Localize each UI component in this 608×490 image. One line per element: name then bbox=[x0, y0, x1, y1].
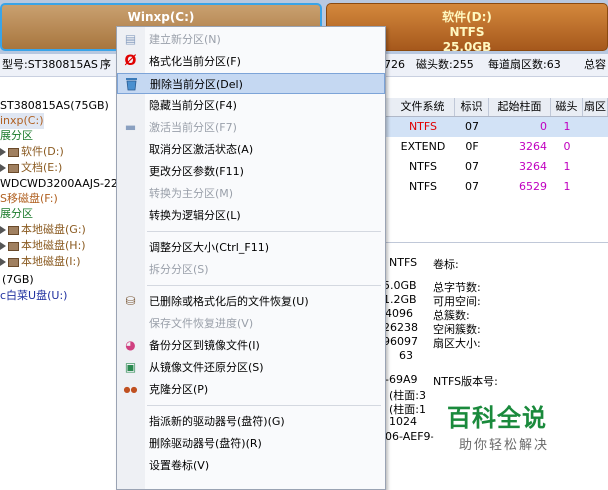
new-partition-icon: ▤ bbox=[124, 32, 137, 46]
menu-item-set-volume-label[interactable]: 设置卷标(V) bbox=[117, 455, 385, 476]
context-menu: ▤ 建立新分区(N) Ø 格式化当前分区(F) 删除当前分区(Del) 隐藏当前… bbox=[116, 26, 386, 490]
partition-d-name: 软件(D:) bbox=[442, 10, 492, 24]
table-row[interactable]: EXTEND 0F 3264 0 bbox=[383, 137, 608, 157]
recover-icon: ⛁ bbox=[125, 294, 136, 308]
disk-seq: 序 bbox=[100, 58, 111, 71]
tree-node-g[interactable]: 本地磁盘(G:) bbox=[0, 222, 86, 238]
menu-item-save-progress[interactable]: 保存文件恢复进度(V) bbox=[117, 313, 385, 334]
detail-volume-label: 卷标: bbox=[433, 258, 459, 271]
col-start-cylinder[interactable]: 起始柱面 bbox=[489, 98, 551, 116]
drive-icon bbox=[8, 163, 19, 173]
detail-value: 1.2GB bbox=[383, 293, 417, 306]
detail-guid: 06-AEF9- bbox=[385, 430, 435, 443]
col-sector[interactable]: 扇区 bbox=[583, 98, 608, 116]
drive-icon bbox=[8, 147, 19, 157]
tree-node-i[interactable]: 本地磁盘(I:) bbox=[0, 254, 81, 270]
watermark-subtitle: 助你轻松解决 bbox=[459, 438, 550, 453]
table-row[interactable]: NTFS 07 3264 1 bbox=[383, 157, 608, 177]
panel-divider bbox=[383, 242, 608, 243]
menu-item-to-primary[interactable]: 转换为主分区(M) bbox=[117, 183, 385, 204]
detail-ntfs-version: NTFS版本号: bbox=[433, 375, 498, 388]
expand-arrow-icon[interactable] bbox=[0, 226, 6, 234]
tree-node-u[interactable]: c白菜U盘(U:) bbox=[0, 288, 67, 304]
expand-arrow-icon[interactable] bbox=[0, 242, 6, 250]
expand-arrow-icon[interactable] bbox=[0, 164, 6, 172]
tree-node-extended2[interactable]: 展分区 bbox=[0, 206, 33, 222]
menu-item-restore-image[interactable]: ▣ 从镜像文件还原分区(S) bbox=[117, 357, 385, 378]
tree-node-c[interactable]: inxp(C:) bbox=[0, 113, 44, 129]
detail-serial: -69A9 bbox=[385, 373, 418, 386]
detail-fs-value: NTFS bbox=[389, 256, 418, 269]
tree-node-f[interactable]: S移磁盘(F:) bbox=[0, 191, 58, 207]
menu-item-assign-drive-letter[interactable]: 指派新的驱动器号(盘符)(G) bbox=[117, 411, 385, 432]
partition-table: 文件系统 标识 起始柱面 磁头 扇区 NTFS 07 0 1 EXTEND 0F… bbox=[383, 98, 608, 198]
menu-item-deactivate[interactable]: 取消分区激活状态(A) bbox=[117, 139, 385, 160]
disk-capacity: 总容 bbox=[584, 58, 606, 71]
menu-item-backup-image[interactable]: ◕ 备份分区到镜像文件(I) bbox=[117, 335, 385, 356]
detail-value: 26238 bbox=[383, 321, 418, 334]
menu-item-split[interactable]: 拆分分区(S) bbox=[117, 259, 385, 280]
expand-arrow-icon[interactable] bbox=[0, 148, 6, 156]
col-head[interactable]: 磁头 bbox=[551, 98, 583, 116]
detail-value: 5.0GB bbox=[383, 279, 417, 292]
detail-value: 4096 bbox=[385, 307, 413, 320]
tree-node-h[interactable]: 本地磁盘(H:) bbox=[0, 238, 86, 254]
table-row[interactable]: NTFS 07 0 1 bbox=[383, 117, 608, 137]
menu-separator bbox=[147, 405, 381, 406]
drive-icon bbox=[8, 257, 19, 267]
expand-arrow-icon[interactable] bbox=[0, 258, 6, 266]
disk-model: 型号:ST380815AS bbox=[2, 58, 98, 71]
clone-icon: ●● bbox=[123, 385, 138, 394]
trash-icon bbox=[124, 77, 139, 92]
detail-label: 扇区大小: bbox=[433, 337, 481, 350]
menu-item-to-logical[interactable]: 转换为逻辑分区(L) bbox=[117, 205, 385, 226]
tree-node-disk1[interactable]: WDCWD3200AAJS-22 bbox=[0, 176, 118, 192]
menu-item-format[interactable]: Ø 格式化当前分区(F) bbox=[117, 51, 385, 72]
detail-value: 63 bbox=[399, 349, 413, 362]
disk-heads: 磁头数:255 bbox=[416, 58, 474, 71]
tree-node-disk0[interactable]: ST380815AS(75GB) bbox=[0, 98, 109, 114]
disk-cylinders-frag: 726 bbox=[384, 58, 405, 71]
format-icon: Ø bbox=[124, 53, 137, 69]
menu-item-remove-drive-letter[interactable]: 删除驱动器号(盘符)(R) bbox=[117, 433, 385, 454]
table-row[interactable]: NTFS 07 6529 1 bbox=[383, 177, 608, 197]
menu-separator bbox=[147, 231, 381, 232]
backup-icon: ◕ bbox=[125, 338, 136, 352]
menu-item-hide-partition[interactable]: 隐藏当前分区(F4) bbox=[117, 95, 385, 116]
activate-icon: ▬ bbox=[124, 120, 137, 134]
col-id[interactable]: 标识 bbox=[455, 98, 489, 116]
restore-icon: ▣ bbox=[124, 360, 137, 374]
watermark: 百科全说 助你轻松解决 bbox=[433, 390, 586, 462]
menu-item-delete-partition[interactable]: 删除当前分区(Del) bbox=[117, 73, 385, 94]
menu-item-new-partition[interactable]: ▤ 建立新分区(N) bbox=[117, 29, 385, 50]
menu-item-activate-partition[interactable]: ▬ 激活当前分区(F7) bbox=[117, 117, 385, 138]
tree-node-d[interactable]: 软件(D:) bbox=[0, 144, 64, 160]
detail-value: 1024 bbox=[389, 415, 417, 428]
tree-node-extended1[interactable]: 展分区 bbox=[0, 128, 33, 144]
table-header: 文件系统 标识 起始柱面 磁头 扇区 bbox=[383, 98, 608, 117]
menu-item-clone[interactable]: ●● 克隆分区(P) bbox=[117, 379, 385, 400]
detail-value: 96097 bbox=[383, 335, 418, 348]
watermark-title: 百科全说 bbox=[447, 404, 547, 432]
drive-icon bbox=[8, 241, 19, 251]
menu-item-file-recovery[interactable]: ⛁ 已删除或格式化后的文件恢复(U) bbox=[117, 291, 385, 312]
menu-separator bbox=[147, 285, 381, 286]
menu-item-resize[interactable]: 调整分区大小(Ctrl_F11) bbox=[117, 237, 385, 258]
partition-c-name: Winxp(C:) bbox=[127, 10, 195, 24]
tree-node-e[interactable]: 文档(E:) bbox=[0, 160, 62, 176]
disk-sectors: 每道扇区数:63 bbox=[488, 58, 561, 71]
col-filesystem[interactable]: 文件系统 bbox=[391, 98, 455, 116]
tree-node-disk2[interactable]: (7GB) bbox=[2, 272, 34, 288]
menu-item-change-params[interactable]: 更改分区参数(F11) bbox=[117, 161, 385, 182]
drive-icon bbox=[8, 225, 19, 235]
disk-tree: ST380815AS(75GB) inxp(C:) 展分区 软件(D:) 文档(… bbox=[0, 92, 118, 488]
